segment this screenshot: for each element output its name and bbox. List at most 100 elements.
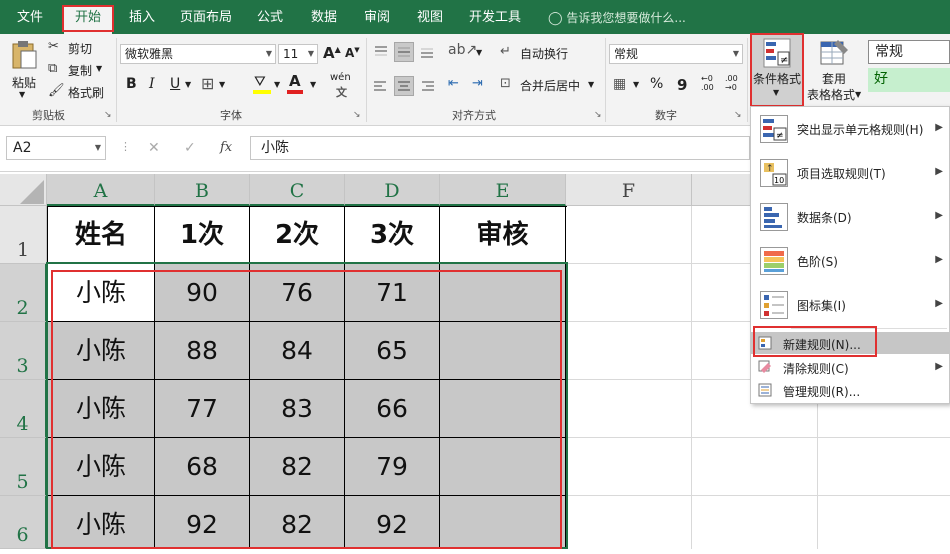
increase-decimal-icon[interactable]: ←0.00	[701, 74, 714, 92]
column-header-f[interactable]: F	[566, 174, 692, 206]
font-group-label: 字体	[220, 109, 242, 122]
shrink-font-icon[interactable]: A▼	[345, 46, 360, 60]
fill-color-button[interactable]: ⛛	[252, 74, 276, 96]
column-header-b[interactable]: B	[155, 174, 250, 206]
insert-function-button[interactable]: fx	[220, 140, 232, 155]
copy-button[interactable]: ⧉ 复制 ▼	[48, 61, 108, 79]
tab-review[interactable]: 审阅	[357, 0, 397, 34]
menu-item-label: 色阶(S)	[797, 255, 838, 269]
phonetic-button[interactable]: wén	[330, 72, 351, 83]
highlight-cells-icon: ≠	[760, 115, 788, 143]
orientation-icon[interactable]: ab↗	[448, 42, 477, 58]
tab-insert[interactable]: 插入	[122, 0, 162, 34]
align-bottom-button[interactable]	[417, 42, 437, 62]
menu-item-icon-sets[interactable]: 图标集(I) ▶	[751, 283, 949, 327]
select-all-corner[interactable]	[0, 174, 47, 206]
number-format-select[interactable]: 常规 ▼	[609, 44, 743, 64]
font-launcher-icon[interactable]: ↘	[353, 110, 361, 120]
align-left-button[interactable]	[371, 76, 391, 96]
tab-data[interactable]: 数据	[304, 0, 344, 34]
accounting-icon[interactable]: ▦	[613, 76, 626, 92]
increase-indent-icon[interactable]: ⇥	[472, 76, 483, 91]
grow-font-icon[interactable]: A▲	[323, 44, 341, 62]
cell-e1[interactable]: 审核	[440, 207, 566, 264]
tab-view[interactable]: 视图	[410, 0, 450, 34]
formula-input[interactable]: 小陈	[250, 136, 750, 160]
align-left-icon	[374, 81, 386, 91]
row-header-6[interactable]: 6	[0, 496, 47, 549]
decrease-indent-icon[interactable]: ⇤	[448, 76, 459, 91]
paste-button[interactable]: 粘贴 ▼	[6, 38, 42, 104]
tab-developer[interactable]: 开发工具	[463, 0, 527, 34]
tab-file[interactable]: 文件	[8, 0, 52, 34]
column-header-a[interactable]: A	[47, 174, 155, 206]
merge-center-button[interactable]: ⊡ 合并后居中 ▼	[500, 76, 600, 94]
font-name-select[interactable]: 微软雅黑 ▼	[120, 44, 276, 64]
conditional-formatting-highlight	[750, 33, 804, 107]
menu-item-manage-rules[interactable]: 管理规则(R)...	[751, 379, 949, 401]
clipboard-launcher-icon[interactable]: ↘	[104, 110, 112, 120]
name-box-value: A2	[13, 140, 32, 156]
font-size-select[interactable]: 11 ▼	[278, 44, 318, 64]
tab-page-layout[interactable]: 页面布局	[174, 0, 238, 34]
underline-button[interactable]: U	[170, 76, 180, 92]
tell-me-box[interactable]: ◯ 告诉我您想要做什么...	[548, 0, 686, 34]
menu-item-top-bottom-rules[interactable]: ↑ 10 项目选取规则(T) ▶	[751, 151, 949, 195]
fill-color-dropdown-arrow[interactable]: ▼	[274, 80, 280, 89]
confirm-entry-button[interactable]: ✓	[184, 140, 196, 156]
font-color-button[interactable]: A	[286, 72, 306, 96]
row-header-5[interactable]: 5	[0, 438, 47, 496]
style-good[interactable]: 好	[868, 68, 950, 92]
name-box[interactable]: A2 ▼	[6, 136, 106, 160]
row-header-3[interactable]: 3	[0, 322, 47, 380]
underline-dropdown-arrow[interactable]: ▼	[185, 80, 191, 89]
cell-b1[interactable]: 1次	[155, 207, 250, 264]
accounting-dropdown-arrow[interactable]: ▼	[633, 80, 639, 89]
percent-button[interactable]: %	[650, 76, 663, 92]
borders-dropdown-arrow[interactable]: ▼	[219, 80, 225, 89]
column-header-c[interactable]: C	[250, 174, 345, 206]
menu-item-label: 项目选取规则(T)	[797, 167, 886, 181]
align-center-button[interactable]	[394, 76, 414, 96]
decrease-decimal-icon[interactable]: .00 →0	[725, 74, 738, 92]
row-header-2[interactable]: 2	[0, 264, 47, 322]
menu-item-highlight-cells-rules[interactable]: ≠ 突出显示单元格规则(H) ▶	[751, 107, 949, 151]
cut-button[interactable]: ✂ 剪切	[48, 39, 108, 57]
wrap-text-button[interactable]: ↵ 自动换行	[500, 44, 580, 62]
column-header-d[interactable]: D	[345, 174, 440, 206]
cell-a1[interactable]: 姓名	[48, 207, 155, 264]
row-header-4[interactable]: 4	[0, 380, 47, 438]
tab-formulas[interactable]: 公式	[250, 0, 290, 34]
format-as-table-button[interactable]: 套用 表格格式 ▼	[806, 34, 864, 106]
font-color-dropdown-arrow[interactable]: ▼	[310, 80, 316, 89]
menu-item-data-bars[interactable]: 数据条(D) ▶	[751, 195, 949, 239]
italic-button[interactable]: I	[149, 76, 155, 92]
number-format-value: 常规	[614, 47, 639, 61]
copy-dropdown-arrow[interactable]: ▼	[96, 64, 102, 73]
bold-button[interactable]: B	[126, 76, 137, 92]
menu-item-color-scales[interactable]: 色阶(S) ▶	[751, 239, 949, 283]
align-middle-button[interactable]	[394, 42, 414, 62]
borders-icon[interactable]: ⊞	[201, 74, 214, 93]
menu-item-clear-rules[interactable]: 清除规则(C) ▶	[751, 356, 949, 378]
paste-dropdown-arrow[interactable]: ▼	[19, 90, 25, 99]
cell-c1[interactable]: 2次	[250, 207, 345, 264]
align-right-button[interactable]	[417, 76, 437, 96]
cancel-entry-button[interactable]: ✕	[148, 140, 160, 156]
style-normal[interactable]: 常规	[868, 40, 950, 64]
format-as-table-label-1: 套用	[822, 72, 847, 86]
alignment-group-label: 对齐方式	[452, 109, 496, 122]
row-header-1[interactable]: 1	[0, 206, 47, 264]
align-top-button[interactable]	[371, 42, 391, 62]
group-separator	[747, 38, 748, 122]
column-header-e[interactable]: E	[440, 174, 566, 206]
alignment-launcher-icon[interactable]: ↘	[594, 110, 602, 120]
fill-color-swatch	[253, 90, 271, 94]
format-painter-button[interactable]: 🖌 格式刷	[48, 83, 108, 101]
scissors-icon: ✂	[48, 39, 59, 54]
comma-button[interactable]: 9	[677, 76, 687, 94]
merge-dropdown-arrow[interactable]: ▼	[588, 80, 594, 89]
number-launcher-icon[interactable]: ↘	[734, 110, 742, 120]
orientation-dropdown-arrow[interactable]: ▼	[476, 48, 482, 57]
cell-d1[interactable]: 3次	[345, 207, 440, 264]
